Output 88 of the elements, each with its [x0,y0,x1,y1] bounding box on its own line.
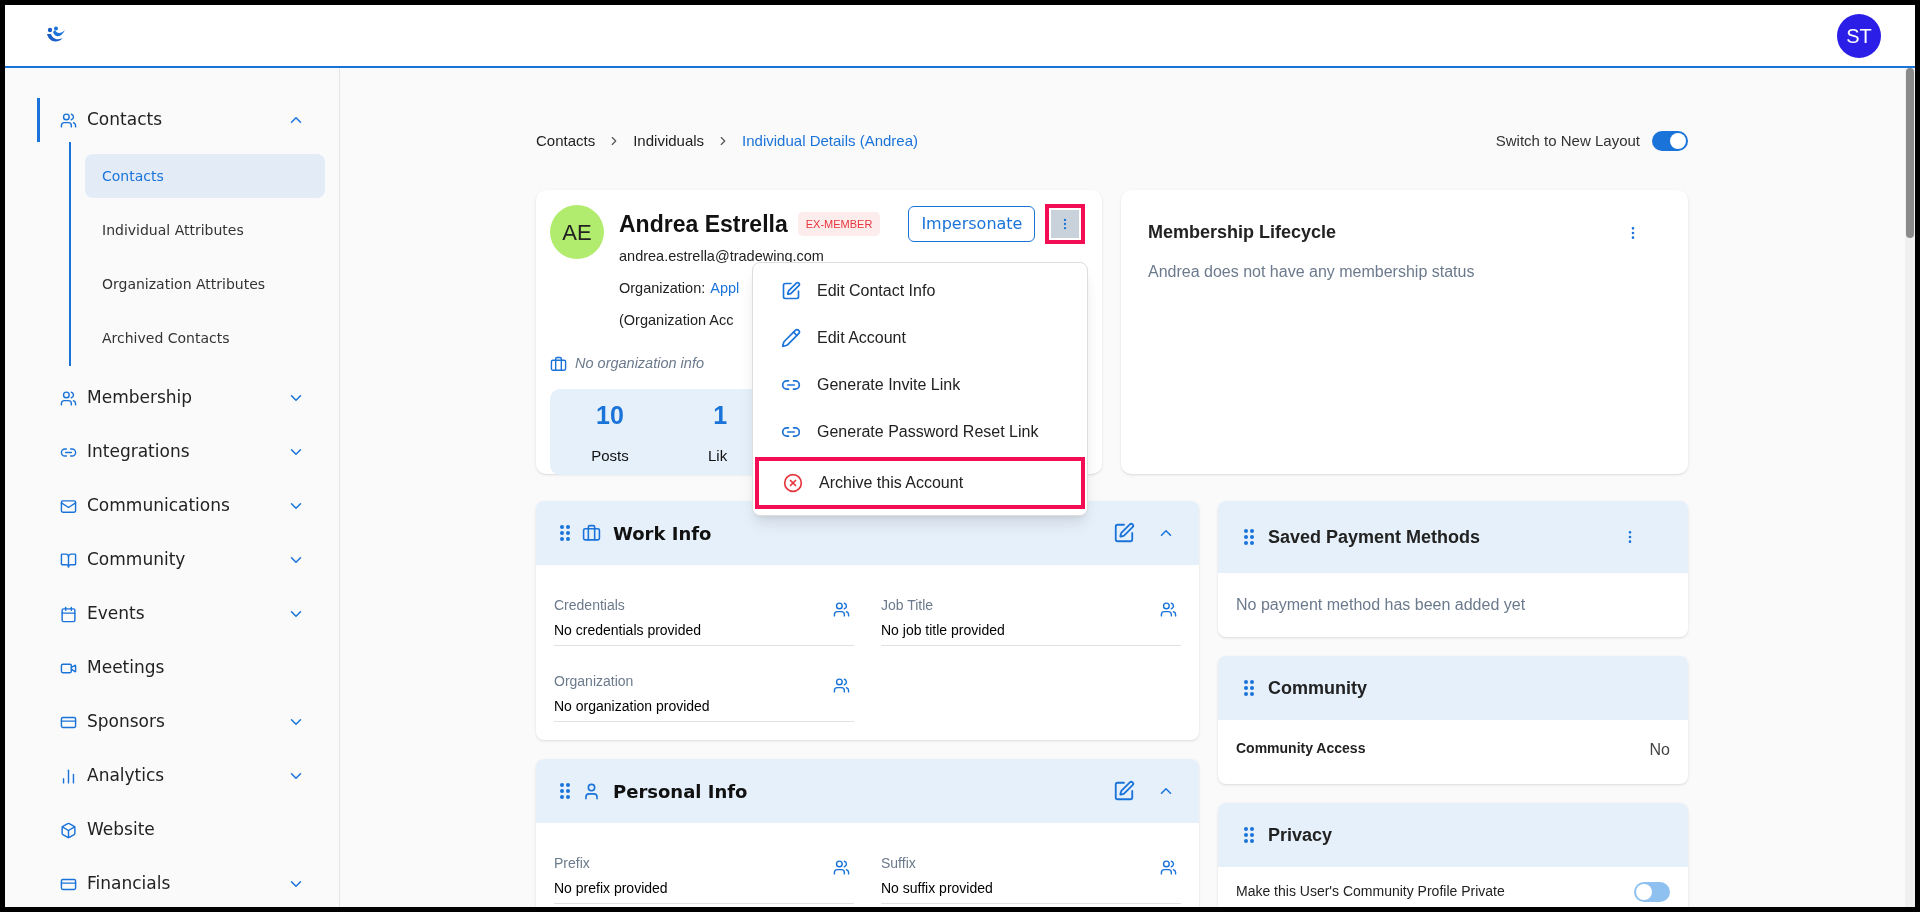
cancel-icon [783,473,803,493]
setting-label: Make this User's Community Profile Private [1236,882,1505,901]
field-label: Prefix [554,854,591,873]
sidebar-subitem[interactable]: Archived Contacts [85,316,325,360]
drag-handle-icon[interactable] [1244,680,1254,696]
scrollbar[interactable] [1905,68,1915,907]
section-title: Community [1268,676,1367,700]
drag-handle-icon[interactable] [560,783,570,799]
sidebar-item[interactable]: Website [37,808,325,852]
card-title: Membership Lifecycle [1148,221,1337,244]
drag-handle-icon[interactable] [560,525,570,541]
field-value: No organization provided [554,697,710,716]
field-value: No suffix provided [881,879,993,898]
section-title: Saved Payment Methods [1268,525,1482,549]
stat-label: Lik [708,445,728,466]
toggle-switch[interactable] [1652,131,1688,151]
stat-label: Posts [591,445,629,466]
section-title: Privacy [1268,823,1333,847]
breadcrumb-link[interactable]: Individuals [633,129,705,153]
sidebar-subitem[interactable]: Individual Attributes [85,208,325,252]
organization-label: Organization: [619,278,706,298]
menu-item[interactable]: Generate Invite Link [753,363,1087,406]
status-badge: EX-MEMBER [797,211,881,237]
membership-status: Andrea does not have any membership status [1148,262,1476,282]
briefcase-icon [550,355,567,373]
people-icon[interactable] [833,677,850,694]
more-button[interactable] [1045,204,1086,244]
bar-chart-icon [60,767,77,785]
menu-item[interactable]: Generate Password Reset Link [753,410,1087,453]
calendar-icon [60,605,77,623]
sidebar-item[interactable]: Sponsors [37,700,325,744]
menu-item[interactable]: Edit Account [753,316,1087,359]
impersonate-button[interactable]: Impersonate [908,206,1036,242]
people-icon [60,389,77,407]
drag-handle-icon[interactable] [1244,827,1254,843]
sidebar-item[interactable]: Financials [37,862,325,906]
breadcrumb-link[interactable]: Contacts [536,129,596,153]
section-title: Personal Info [613,779,748,804]
briefcase-icon [582,523,601,543]
breadcrumb-link[interactable]: Individual Details (Andrea) [742,129,918,153]
sidebar-subitem[interactable]: Contacts [85,154,325,198]
sidebar-item[interactable]: Membership [37,376,325,420]
field-label: Suffix [881,854,917,873]
sidebar-item[interactable]: Meetings [37,646,325,690]
sidebar-item[interactable]: Analytics [37,754,325,798]
field-value: No prefix provided [554,879,668,898]
field-value: No credentials provided [554,621,702,640]
payment-empty-text: No payment method has been added yet [1235,595,1527,615]
pencil-icon [781,327,801,348]
menu-item[interactable]: Edit Contact Info [753,269,1087,312]
field-value: No job title provided [881,621,1005,640]
people-icon [60,111,77,129]
drag-handle-icon[interactable] [1244,529,1254,545]
person-icon [582,781,601,801]
user-avatar[interactable]: ST [1837,13,1881,58]
sidebar-subitem[interactable]: Organization Attributes [85,262,325,306]
avatar: AE [550,205,604,259]
sidebar-item[interactable]: Communications [37,484,325,528]
toggle-switch[interactable] [1634,881,1670,902]
stat-value: 1 [713,400,728,431]
field-label: Organization [554,672,635,691]
switch-label: Switch to New Layout [1495,130,1640,151]
menu-item[interactable]: Archive this Account [755,457,1085,509]
contact-name: Andrea Estrella [619,209,788,239]
edit-icon [781,280,801,301]
setting-label: Community Access [1236,738,1366,758]
field-label: Job Title [881,596,935,615]
organization-note: (Organization Acc [619,310,735,330]
sidebar-item[interactable]: Events [37,592,325,636]
sidebar-item[interactable]: Community [37,538,325,582]
stat-value: 10 [596,400,624,431]
people-icon[interactable] [833,601,850,618]
people-icon[interactable] [1160,601,1177,618]
field-label: Credentials [554,596,626,615]
cube-icon [60,821,77,839]
organization-info: No organization info [575,354,704,374]
organization-link[interactable]: Appl [710,277,740,300]
mail-icon [60,497,77,515]
book-icon [60,551,77,569]
sidebar-item[interactable]: Contacts [37,98,325,142]
edit-icon[interactable] [1113,780,1135,802]
edit-icon[interactable] [1113,522,1135,544]
sidebar-item[interactable]: Integrations [37,430,325,474]
people-icon[interactable] [833,859,850,876]
setting-value: No [1649,740,1670,760]
people-icon[interactable] [1160,859,1177,876]
section-title: Work Info [613,521,712,546]
contact-email: andrea.estrella@tradewing.com [619,247,825,266]
